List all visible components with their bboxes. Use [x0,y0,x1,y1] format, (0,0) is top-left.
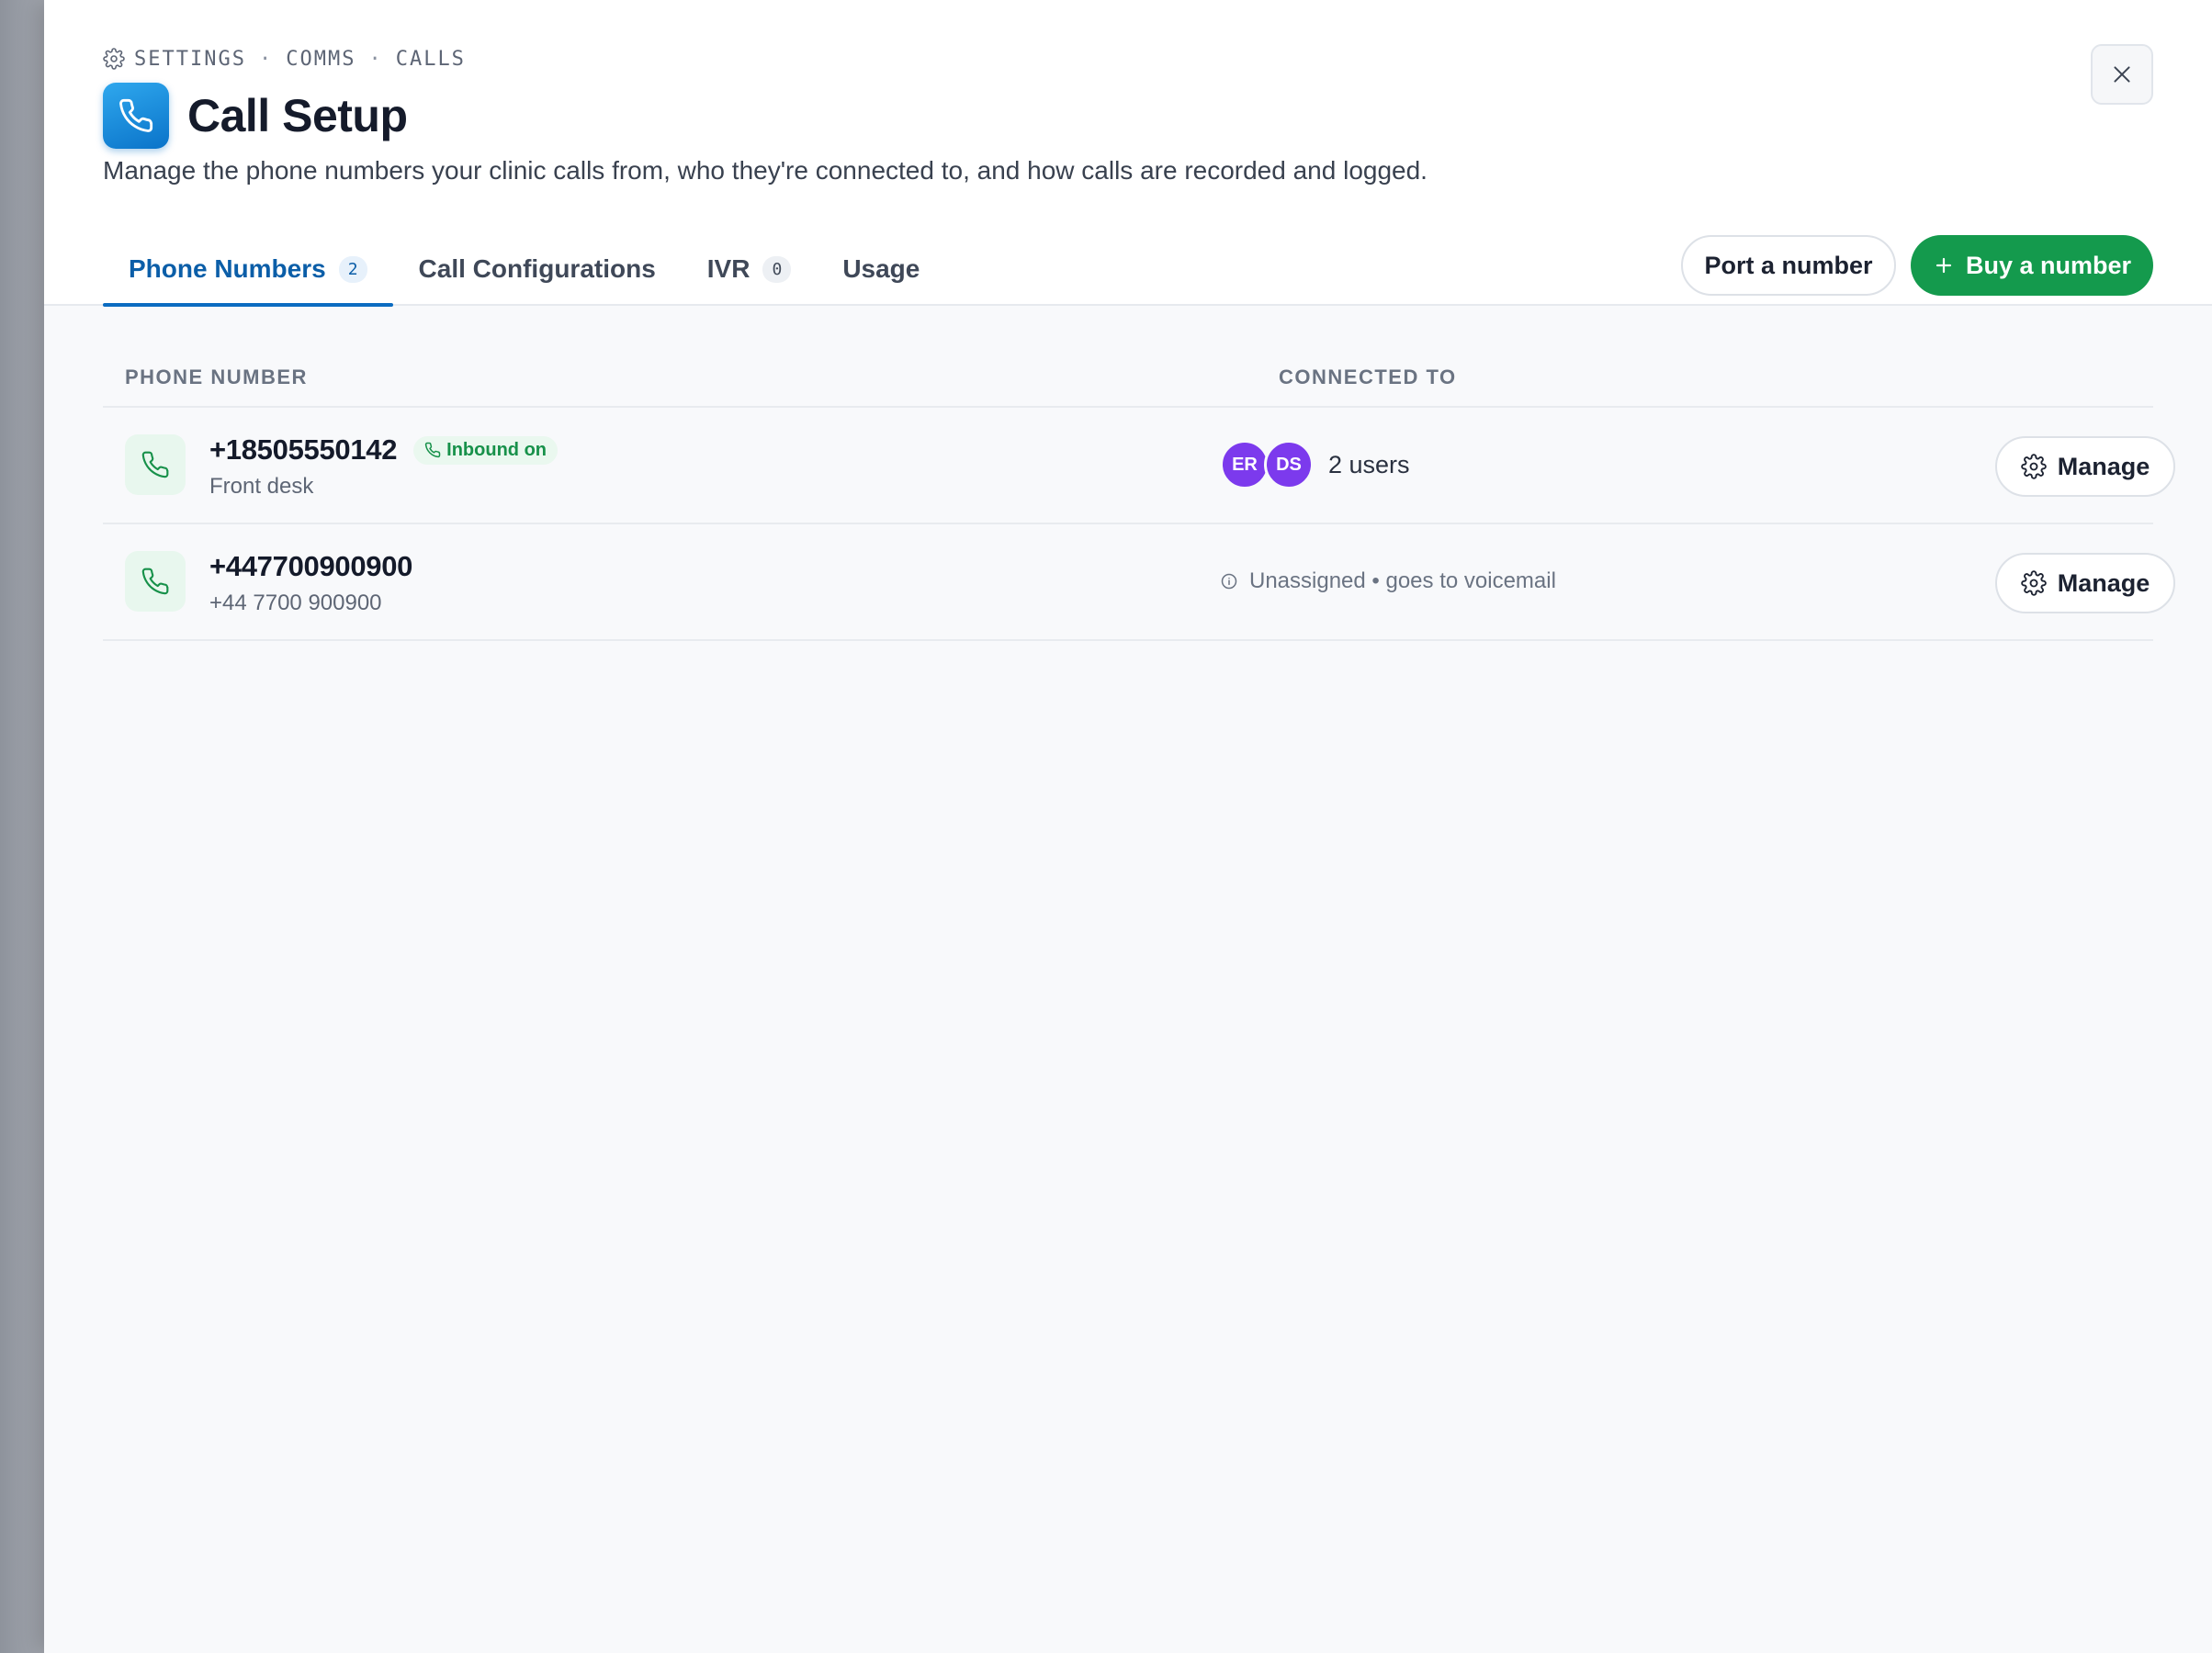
breadcrumb-item-comms[interactable]: COMMS [286,48,356,71]
tab-label: Call Configurations [418,254,656,283]
phone-numbers-table: PHONE NUMBER CONNECTED TO +18505550142 I… [103,349,2175,641]
table-row[interactable]: +447700900900 +44 7700 900900 Unassigned… [103,524,2175,641]
call-setup-panel: SETTINGS · COMMS · CALLS Call Setup Mana… [44,0,2212,1653]
port-number-button[interactable]: Port a number [1681,235,1896,296]
phone-icon [125,551,186,612]
tab-call-configurations[interactable]: Call Configurations [393,231,682,307]
page-title: Call Setup [187,90,408,141]
tab-count-badge: 2 [338,255,367,283]
tab-label: Usage [842,254,920,283]
tab-usage[interactable]: Usage [817,231,945,307]
breadcrumb-item-calls: CALLS [395,47,466,71]
phone-icon [424,442,441,458]
panel-header: SETTINGS · COMMS · CALLS Call Setup Mana… [44,0,2212,307]
gear-icon [103,48,125,70]
title-row: Call Setup [103,83,408,149]
phone-number: +18505550142 [209,433,398,466]
plus-icon [1936,257,1952,274]
column-header-phone-number: PHONE NUMBER [125,365,308,388]
breadcrumb: SETTINGS · COMMS · CALLS [103,46,466,72]
page-subtitle: Manage the phone numbers your clinic cal… [103,156,1428,185]
tab-count-badge: 0 [762,255,792,283]
buy-number-label: Buy a number [1965,251,2132,279]
breadcrumb-separator: · [258,47,274,71]
breadcrumb-separator: · [368,47,383,71]
number-label: Front desk [209,474,314,499]
tab-bar: Phone Numbers 2 Call Configurations IVR … [103,231,945,307]
gear-icon [2020,570,2047,596]
manage-label: Manage [2057,452,2150,480]
info-icon [1221,573,1237,590]
number-block: +18505550142 Inbound on Front desk [209,433,559,500]
close-icon [2114,66,2130,83]
connected-to-cell: Unassigned • goes to voicemail [1220,524,1556,638]
manage-button[interactable]: Manage [1995,436,2175,497]
phone-icon [103,83,169,149]
unassigned-text: Unassigned • goes to voicemail [1249,568,1556,593]
close-button[interactable] [2091,44,2153,105]
avatar-group: ER DS [1220,440,1314,489]
gear-icon [2020,454,2047,479]
tab-phone-numbers[interactable]: Phone Numbers 2 [103,231,393,307]
table-row[interactable]: +18505550142 Inbound on Front desk ER DS… [103,408,2175,524]
manage-label: Manage [2057,568,2150,597]
avatar[interactable]: DS [1264,440,1314,489]
number-block: +447700900900 +44 7700 900900 [209,550,412,616]
column-header-connected-to: CONNECTED TO [1279,365,1457,388]
avatar[interactable]: ER [1220,440,1270,489]
table-header: PHONE NUMBER CONNECTED TO [103,349,2153,408]
unassigned-status: Unassigned • goes to voicemail [1220,568,1556,594]
buy-number-button[interactable]: Buy a number [1911,235,2153,296]
status-badge: Inbound on [413,435,559,465]
connected-users-count: 2 users [1328,450,1410,478]
status-badge-label: Inbound on [446,439,547,460]
tab-label: Phone Numbers [129,254,326,283]
breadcrumb-item-settings[interactable]: SETTINGS [134,48,246,71]
phone-number: +447700900900 [209,550,413,582]
port-number-label: Port a number [1704,251,1873,279]
manage-button[interactable]: Manage [1995,553,2175,613]
tab-label: IVR [706,254,750,283]
number-label: +44 7700 900900 [209,590,382,615]
tab-ivr[interactable]: IVR 0 [682,231,818,307]
phone-icon [125,434,186,495]
connected-to-cell: ER DS 2 users [1220,408,1410,522]
